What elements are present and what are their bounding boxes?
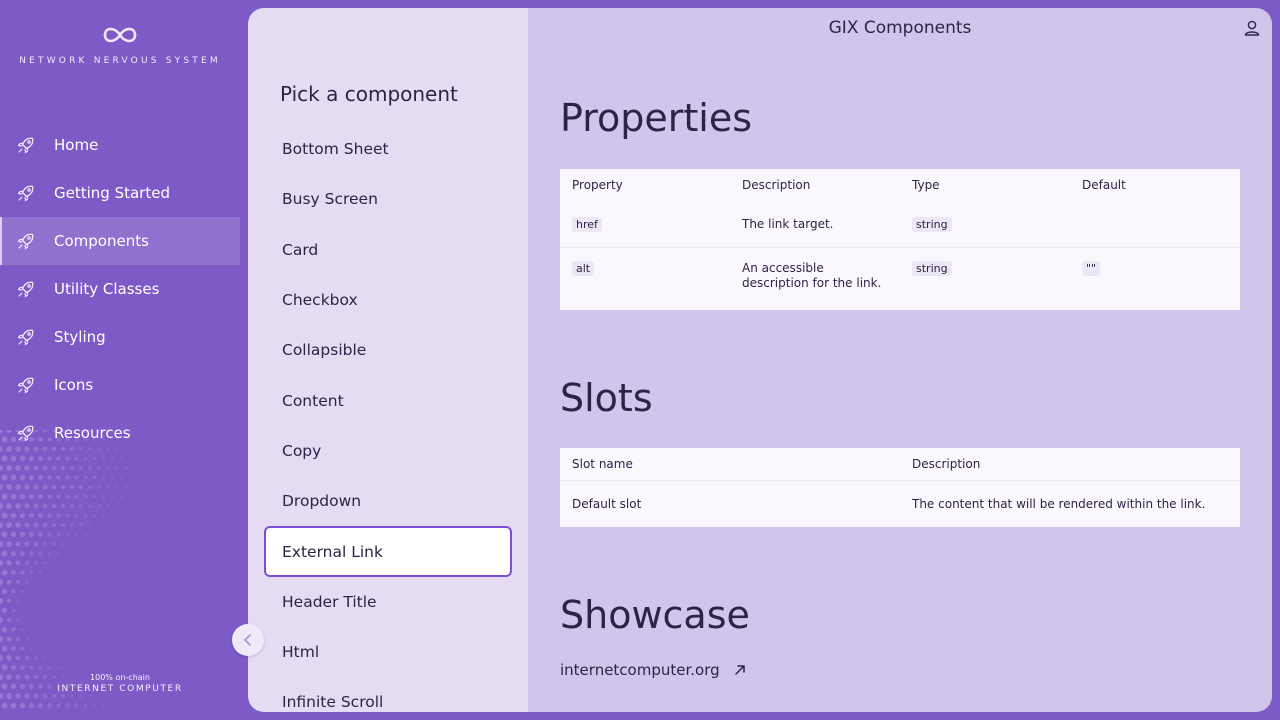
code-token: href [572, 216, 602, 232]
type-cell: string [900, 261, 1070, 276]
nav-item-label: Utility Classes [54, 280, 160, 298]
code-token: "" [1082, 261, 1101, 276]
table-row: Default slot The content that will be re… [560, 480, 1240, 527]
user-icon[interactable] [1242, 18, 1262, 38]
component-item[interactable]: Copy [264, 426, 512, 476]
table-row: href The link target. string [560, 201, 1240, 247]
ic-badge-subtitle: 100% on-chain [90, 673, 150, 682]
nav-item-components[interactable]: Components [0, 217, 240, 265]
logo-text: NETWORK NERVOUS SYSTEM [19, 56, 221, 66]
nav-item-label: Resources [54, 424, 131, 442]
component-item-selected[interactable]: External Link [264, 526, 512, 577]
nav-item-label: Home [54, 136, 99, 154]
slot-name-cell: Default slot [572, 497, 642, 511]
component-item[interactable]: Html [264, 627, 512, 677]
rocket-icon [16, 231, 36, 251]
chevron-left-icon [244, 634, 251, 646]
table-row: alt An accessible description for the li… [560, 247, 1240, 310]
nav-item-icons[interactable]: Icons [0, 361, 240, 409]
column-header: Property [572, 178, 623, 192]
column-header: Default [1082, 178, 1126, 192]
column-header: Description [912, 457, 981, 471]
component-item[interactable]: Infinite Scroll [264, 677, 512, 712]
nav-item-resources[interactable]: Resources [0, 409, 240, 457]
column-header: Type [912, 178, 940, 192]
nav-item-label: Components [54, 232, 149, 250]
properties-heading: Properties [560, 96, 753, 140]
ic-badge: 100% on-chain INTERNET COMPUTER [0, 673, 240, 694]
component-item[interactable]: Content [264, 375, 512, 425]
component-picker: Pick a component Bottom Sheet Busy Scree… [248, 8, 528, 712]
table-header-row: Property Description Type Default [560, 169, 1240, 201]
component-list: Bottom Sheet Busy Screen Card Checkbox C… [264, 124, 512, 712]
code-token: string [912, 261, 952, 276]
rocket-icon [16, 327, 36, 347]
component-item[interactable]: Busy Screen [264, 174, 512, 224]
component-item[interactable]: Collapsible [264, 325, 512, 375]
page-title: GIX Components [828, 18, 972, 38]
column-header: Description [742, 178, 811, 192]
ic-badge-title: INTERNET COMPUTER [57, 684, 183, 694]
component-item[interactable]: Checkbox [264, 275, 512, 325]
default-cell: "" [1070, 261, 1240, 276]
column-header: Slot name [572, 457, 633, 471]
slots-heading: Slots [560, 376, 653, 420]
component-item[interactable]: Bottom Sheet [264, 124, 512, 174]
nav-item-utility-classes[interactable]: Utility Classes [0, 265, 240, 313]
code-token: alt [572, 261, 595, 276]
component-item[interactable]: Card [264, 225, 512, 275]
rocket-icon [16, 183, 36, 203]
nav-item-label: Icons [54, 376, 94, 394]
external-link-text: internetcomputer.org [560, 661, 720, 679]
code-token: string [912, 216, 952, 232]
logo[interactable]: NETWORK NERVOUS SYSTEM [0, 24, 240, 66]
nav-item-label: Getting Started [54, 184, 170, 202]
main-content: GIX Components Properties Property Descr… [528, 8, 1272, 712]
external-link[interactable]: internetcomputer.org [560, 661, 748, 679]
rocket-icon [16, 135, 36, 155]
nav-item-label: Styling [54, 328, 106, 346]
rocket-icon [16, 423, 36, 443]
showcase-heading: Showcase [560, 593, 750, 637]
slots-table: Slot name Description Default slot The c… [560, 448, 1240, 527]
property-cell: alt [560, 261, 730, 276]
description-cell: An accessible description for the link. [742, 261, 882, 290]
nav-menu: Home Getting Started Components Utility … [0, 121, 240, 457]
component-item[interactable]: Dropdown [264, 476, 512, 526]
side-nav: NETWORK NERVOUS SYSTEM Home Getting Star… [0, 0, 248, 720]
description-cell: The link target. [742, 217, 834, 231]
nav-item-getting-started[interactable]: Getting Started [0, 169, 240, 217]
slot-description-cell: The content that will be rendered within… [912, 497, 1206, 511]
type-cell: string [900, 216, 1070, 232]
nav-item-styling[interactable]: Styling [0, 313, 240, 361]
property-cell: href [560, 216, 730, 232]
arrow-up-right-icon [734, 665, 745, 675]
rocket-icon [16, 375, 36, 395]
collapse-sidebar-button[interactable] [232, 624, 264, 656]
infinity-logo-icon [103, 27, 137, 43]
rocket-icon [16, 279, 36, 299]
component-item[interactable]: Header Title [264, 577, 512, 627]
properties-table: Property Description Type Default href T… [560, 169, 1240, 310]
table-header-row: Slot name Description [560, 448, 1240, 480]
picker-title: Pick a component [280, 82, 458, 106]
nav-item-home[interactable]: Home [0, 121, 240, 169]
